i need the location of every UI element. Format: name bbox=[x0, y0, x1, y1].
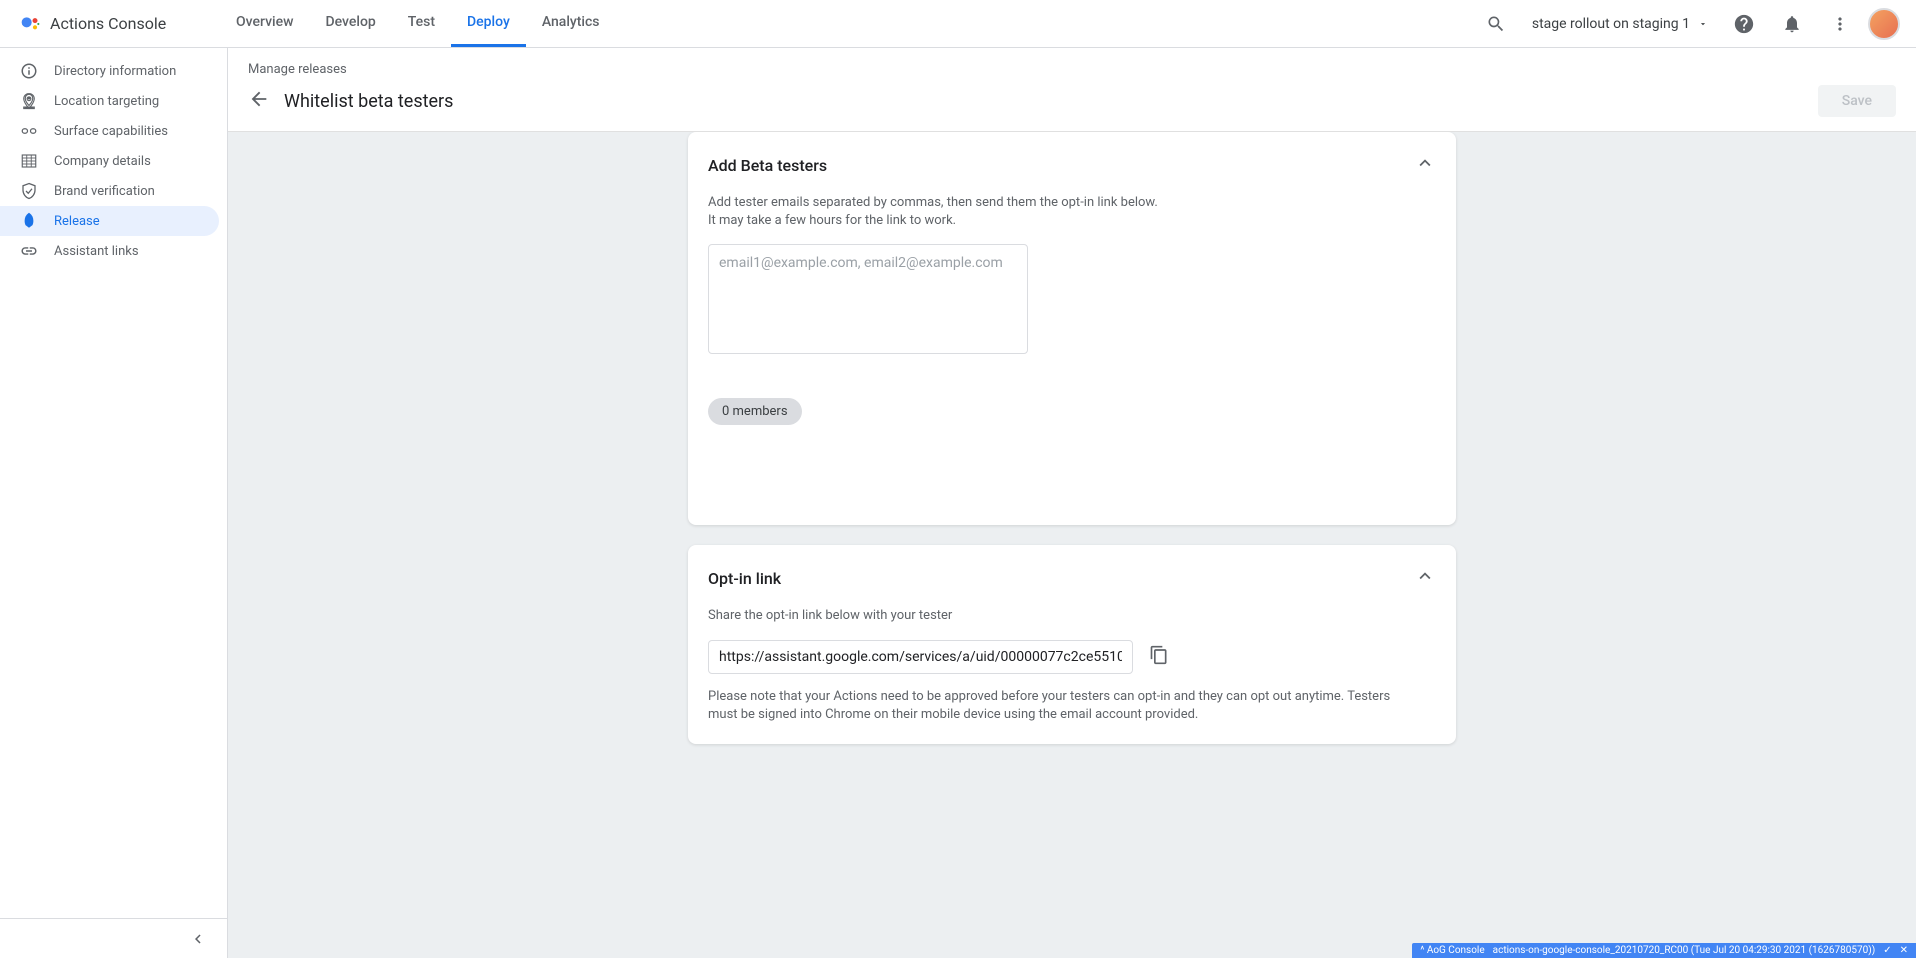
copy-icon bbox=[1149, 645, 1169, 665]
sidebar-item-directory-information[interactable]: Directory information bbox=[0, 56, 227, 86]
sidebar-item-label: Surface capabilities bbox=[54, 124, 168, 139]
save-button[interactable]: Save bbox=[1818, 85, 1896, 117]
card-header: Opt-in link bbox=[708, 565, 1436, 591]
status-build: actions-on-google-console_20210720_RC00 … bbox=[1493, 945, 1876, 956]
location-icon bbox=[20, 92, 38, 110]
header-logo-block: Actions Console bbox=[20, 14, 220, 34]
content-area: Add Beta testers Add tester emails separ… bbox=[228, 132, 1916, 958]
card-subtitle: Share the opt-in link below with your te… bbox=[708, 607, 1168, 625]
info-icon bbox=[20, 62, 38, 80]
sidebar-item-company-details[interactable]: Company details bbox=[0, 146, 227, 176]
rocket-icon bbox=[20, 212, 38, 230]
help-icon[interactable] bbox=[1724, 4, 1764, 44]
sidebar-item-label: Location targeting bbox=[54, 94, 159, 109]
page-title: Whitelist beta testers bbox=[284, 91, 453, 112]
sidebar-items: Directory information Location targeting… bbox=[0, 56, 227, 918]
chevron-down-icon bbox=[1698, 19, 1708, 29]
chevron-left-icon bbox=[189, 930, 207, 948]
breadcrumb-bar: Manage releases Whitelist beta testers S… bbox=[228, 48, 1916, 132]
search-icon[interactable] bbox=[1476, 4, 1516, 44]
more-vert-icon[interactable] bbox=[1820, 4, 1860, 44]
sidebar-item-label: Company details bbox=[54, 154, 151, 169]
header-right: stage rollout on staging 1 bbox=[1476, 4, 1900, 44]
card-subtitle: Add tester emails separated by commas, t… bbox=[708, 194, 1168, 230]
breadcrumb: Manage releases bbox=[248, 62, 1896, 77]
link-icon bbox=[20, 242, 38, 260]
tab-analytics[interactable]: Analytics bbox=[526, 0, 616, 47]
sidebar: Directory information Location targeting… bbox=[0, 48, 228, 958]
card-title: Opt-in link bbox=[708, 569, 781, 588]
sidebar-item-label: Release bbox=[54, 214, 100, 229]
project-selector[interactable]: stage rollout on staging 1 bbox=[1524, 12, 1716, 36]
header-tabs: Overview Develop Test Deploy Analytics bbox=[220, 0, 615, 47]
collapse-button[interactable] bbox=[1414, 152, 1436, 178]
copy-link-button[interactable] bbox=[1149, 645, 1169, 669]
sidebar-item-label: Brand verification bbox=[54, 184, 155, 199]
back-button[interactable] bbox=[248, 88, 270, 114]
opt-in-link-input[interactable] bbox=[708, 640, 1133, 674]
layout: Directory information Location targeting… bbox=[0, 48, 1916, 958]
project-name: stage rollout on staging 1 bbox=[1532, 16, 1690, 32]
main-content: Manage releases Whitelist beta testers S… bbox=[228, 48, 1916, 958]
status-bar: ^ AoG Console actions-on-google-console_… bbox=[1412, 943, 1916, 958]
opt-in-link-card: Opt-in link Share the opt-in link below … bbox=[688, 545, 1456, 744]
sidebar-collapse-button[interactable] bbox=[0, 918, 227, 958]
sidebar-item-release[interactable]: Release bbox=[0, 206, 219, 236]
status-check-icon: ✓ bbox=[1883, 945, 1891, 956]
chevron-up-icon bbox=[1414, 152, 1436, 174]
beta-testers-card: Add Beta testers Add tester emails separ… bbox=[688, 132, 1456, 525]
sidebar-item-label: Directory information bbox=[54, 64, 176, 79]
status-product: ^ AoG Console bbox=[1420, 945, 1484, 956]
tab-deploy[interactable]: Deploy bbox=[451, 0, 526, 47]
arrow-back-icon bbox=[248, 88, 270, 110]
title-row: Whitelist beta testers Save bbox=[248, 85, 1896, 131]
chevron-up-icon bbox=[1414, 565, 1436, 587]
collapse-button[interactable] bbox=[1414, 565, 1436, 591]
app-header: Actions Console Overview Develop Test De… bbox=[0, 0, 1916, 48]
status-close-icon[interactable]: ✕ bbox=[1900, 945, 1908, 956]
notifications-icon[interactable] bbox=[1772, 4, 1812, 44]
sidebar-item-label: Assistant links bbox=[54, 244, 139, 259]
company-icon bbox=[20, 152, 38, 170]
link-row bbox=[708, 640, 1436, 674]
product-title: Actions Console bbox=[50, 14, 166, 33]
members-chip[interactable]: 0 members bbox=[708, 398, 802, 425]
shield-icon bbox=[20, 182, 38, 200]
avatar[interactable] bbox=[1868, 8, 1900, 40]
assistant-logo-icon bbox=[20, 14, 40, 34]
tab-test[interactable]: Test bbox=[392, 0, 451, 47]
sidebar-item-brand-verification[interactable]: Brand verification bbox=[0, 176, 227, 206]
sidebar-item-location-targeting[interactable]: Location targeting bbox=[0, 86, 227, 116]
footer-note: Please note that your Actions need to be… bbox=[708, 688, 1408, 724]
tab-develop[interactable]: Develop bbox=[309, 0, 391, 47]
sidebar-item-assistant-links[interactable]: Assistant links bbox=[0, 236, 227, 266]
surface-icon bbox=[20, 122, 38, 140]
tab-overview[interactable]: Overview bbox=[220, 0, 309, 47]
card-header: Add Beta testers bbox=[708, 152, 1436, 178]
card-title: Add Beta testers bbox=[708, 156, 827, 175]
tester-emails-input[interactable] bbox=[708, 244, 1028, 354]
sidebar-item-surface-capabilities[interactable]: Surface capabilities bbox=[0, 116, 227, 146]
